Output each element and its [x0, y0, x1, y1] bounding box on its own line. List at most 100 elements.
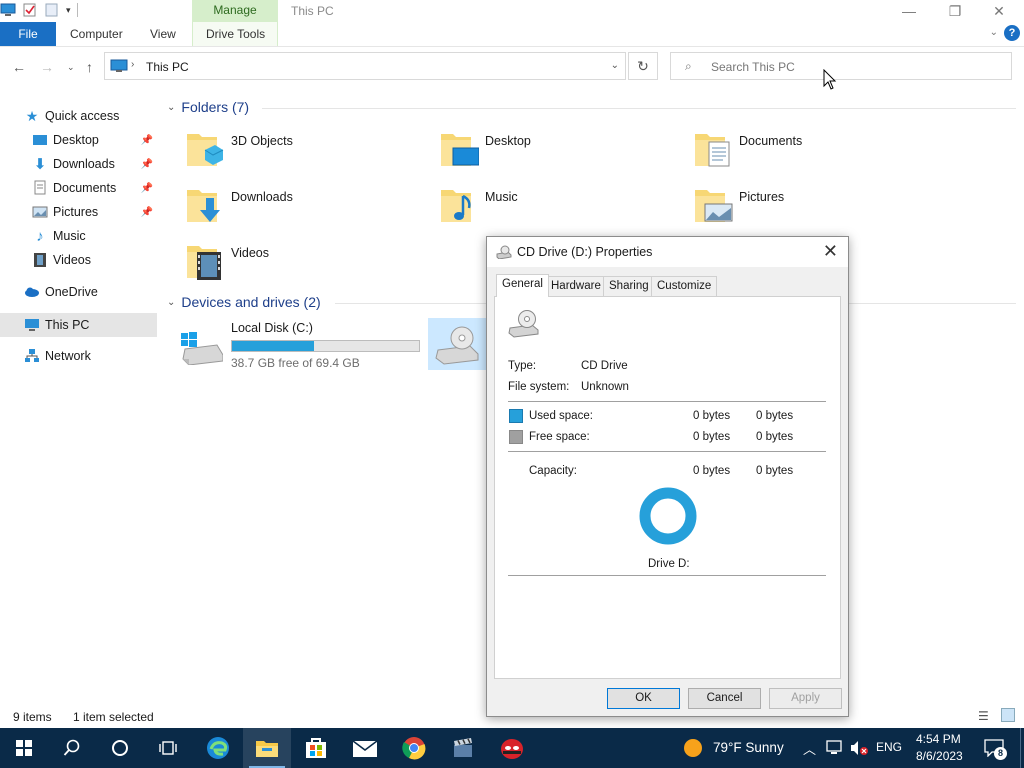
recent-locations-icon[interactable]: ⌄ [67, 62, 75, 73]
weather-sun-icon[interactable] [683, 738, 703, 758]
folder-3d-objects[interactable]: 3D Objects [185, 128, 425, 180]
folder-downloads[interactable]: Downloads [185, 184, 425, 236]
nav-desktop[interactable]: Desktop 📌 [32, 128, 157, 152]
clock-time[interactable]: 4:54 PM [916, 732, 961, 746]
capacity-bytes: 0 bytes [693, 465, 731, 477]
clock-date[interactable]: 8/6/2023 [916, 749, 963, 763]
tab-file[interactable]: File [0, 22, 56, 46]
address-path[interactable]: This PC [146, 60, 189, 74]
minimize-icon: — [902, 3, 916, 19]
separator [508, 401, 826, 402]
devices-section-header[interactable]: ⌄ Devices and drives (2) [167, 294, 321, 310]
tab-view[interactable]: View [150, 22, 176, 46]
store-bag-icon [306, 738, 326, 758]
tab-drive-tools[interactable]: Drive Tools [206, 22, 265, 46]
taskbar-chrome[interactable] [390, 728, 438, 768]
drive-cd-d-selected[interactable] [428, 318, 488, 370]
address-dropdown-icon[interactable]: ⌄ [611, 60, 619, 71]
address-bar[interactable]: › This PC ⌄ [104, 52, 626, 80]
dialog-title-bar: CD Drive (D:) Properties ✕ [487, 237, 848, 267]
section-title: Folders (7) [181, 99, 250, 115]
videos-folder-icon [187, 246, 221, 280]
search-button[interactable] [48, 728, 96, 768]
minimize-button[interactable]: — [886, 0, 932, 22]
refresh-button[interactable]: ↻ [628, 52, 658, 80]
nav-pictures[interactable]: Pictures 📌 [32, 200, 157, 224]
file-explorer-icon [256, 741, 278, 757]
details-view-icon[interactable]: ☰ [978, 709, 989, 723]
tab-general[interactable]: General [496, 274, 549, 297]
nav-network[interactable]: Network [24, 344, 157, 368]
close-icon[interactable]: ✕ [823, 241, 838, 262]
up-arrow-icon[interactable]: ↑ [86, 59, 93, 75]
restore-button[interactable]: ❐ [932, 0, 978, 22]
taskbar-store[interactable] [292, 728, 340, 768]
folder-videos[interactable]: Videos [185, 240, 425, 292]
pin-icon[interactable]: 📌 [141, 159, 153, 170]
taskbar-red-app[interactable] [488, 728, 536, 768]
qat-dropdown-icon[interactable]: ▾ [66, 5, 71, 16]
search-input[interactable]: ⌕ Search This PC [670, 52, 1012, 80]
taskbar-file-explorer[interactable] [243, 728, 291, 768]
cancel-button[interactable]: Cancel [688, 688, 761, 709]
chevron-down-icon: ⌄ [167, 296, 176, 308]
nav-documents[interactable]: Documents 📌 [32, 176, 157, 200]
drive-local-c[interactable]: Local Disk (C:) 38.7 GB free of 69.4 GB [181, 321, 421, 370]
task-view-button[interactable] [144, 728, 192, 768]
nav-videos[interactable]: Videos [32, 248, 157, 272]
tab-sharing[interactable]: Sharing [603, 276, 655, 296]
folder-music[interactable]: Music [439, 184, 679, 236]
start-button[interactable] [0, 728, 48, 768]
manage-tab[interactable]: Manage [192, 0, 278, 22]
address-row: ← → ⌄ ↑ › This PC ⌄ ↻ ⌕ Search This PC [0, 47, 1024, 87]
close-window-button[interactable]: ✕ [976, 0, 1022, 22]
capacity-size: 0 bytes [756, 465, 794, 477]
folder-name: Downloads [231, 190, 293, 204]
pin-icon[interactable]: 📌 [141, 135, 153, 146]
properties-icon[interactable] [22, 3, 38, 17]
tab-computer[interactable]: Computer [70, 22, 123, 46]
weather-text[interactable]: 79°F Sunny [713, 740, 784, 755]
tab-hardware[interactable]: Hardware [545, 276, 607, 296]
forward-arrow-icon[interactable]: → [40, 59, 54, 75]
volume-muted-icon[interactable] [850, 740, 868, 756]
language-indicator[interactable]: ENG [876, 740, 902, 754]
nav-onedrive[interactable]: OneDrive [24, 280, 157, 304]
network-icon[interactable] [826, 740, 844, 756]
nav-quick-access[interactable]: ★ Quick access [24, 104, 181, 128]
computer-icon[interactable] [0, 3, 16, 17]
folder-pictures[interactable]: Pictures [693, 184, 933, 236]
folders-section-header[interactable]: ⌄ Folders (7) [167, 99, 249, 115]
cd-drive-large-icon [508, 310, 539, 338]
pin-icon[interactable]: 📌 [141, 207, 153, 218]
taskbar-mail[interactable] [341, 728, 389, 768]
used-space-size: 0 bytes [756, 410, 794, 422]
nav-this-pc[interactable]: This PC [0, 313, 157, 337]
apply-button[interactable]: Apply [769, 688, 842, 709]
mail-envelope-icon [352, 740, 378, 757]
show-desktop-button[interactable] [1020, 728, 1024, 768]
large-icons-view-icon[interactable] [1001, 708, 1015, 722]
ribbon-expand-icon[interactable]: ⌄ [990, 27, 998, 38]
tray-chevron-up-icon[interactable]: ︿ [803, 739, 816, 758]
back-arrow-icon[interactable]: ← [12, 59, 26, 75]
new-folder-icon[interactable] [44, 3, 60, 17]
chrome-icon [402, 737, 426, 760]
downloads-folder-icon [187, 190, 220, 222]
folder-name: Videos [231, 246, 269, 260]
folder-desktop[interactable]: Desktop [439, 128, 679, 180]
tab-customize[interactable]: Customize [651, 276, 718, 296]
cortana-button[interactable] [96, 728, 144, 768]
nav-downloads[interactable]: ⬇ Downloads 📌 [32, 152, 157, 176]
ok-button[interactable]: OK [607, 688, 680, 709]
taskbar-edge[interactable] [194, 728, 242, 768]
search-icon [63, 739, 80, 756]
help-button[interactable]: ? [1004, 25, 1020, 41]
edge-browser-icon [207, 737, 229, 759]
pin-icon[interactable]: 📌 [141, 183, 153, 194]
folder-documents[interactable]: Documents [693, 128, 933, 180]
nav-music[interactable]: ♪ Music [32, 224, 157, 248]
close-icon: ✕ [993, 2, 1005, 19]
taskbar-video-editor[interactable] [439, 728, 487, 768]
breadcrumb-chevron-icon[interactable]: › [131, 59, 134, 70]
